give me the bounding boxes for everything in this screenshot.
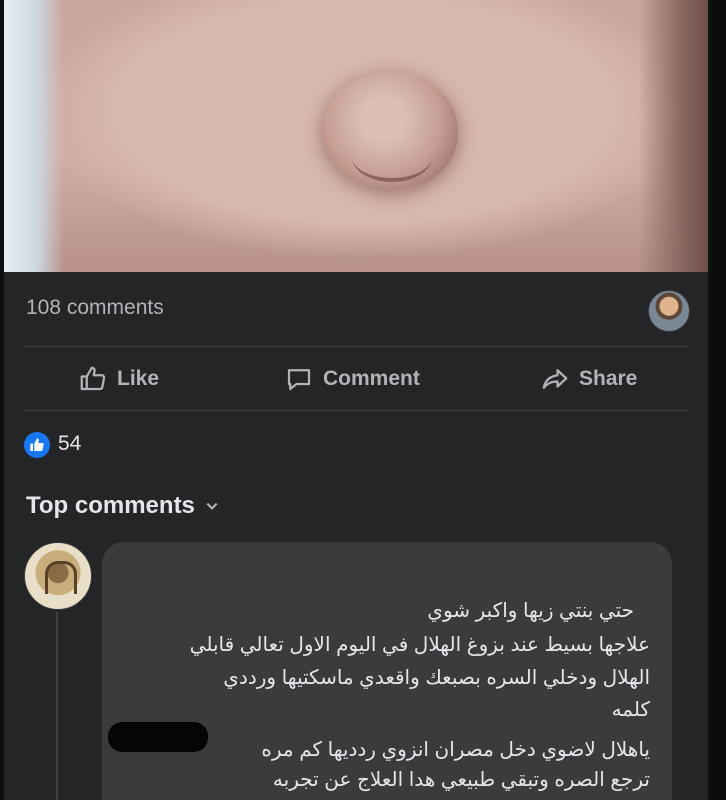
comment-text-line: ترجع الصره وتبقي طبيعي هدا العلاج عن تجر… <box>272 769 650 791</box>
share-label: Share <box>579 367 638 390</box>
comment-label: Comment <box>323 367 420 390</box>
comment-text-line: ياهلال لاضوي دخل مصران انزوي ردديها كم م… <box>261 739 650 761</box>
screen-edge <box>712 0 726 800</box>
comment-text-line: كلمه <box>611 699 650 721</box>
like-button[interactable]: Like <box>78 364 159 394</box>
photo-background-right <box>638 0 708 272</box>
photo-background-left <box>4 0 64 272</box>
divider <box>22 346 690 347</box>
share-arrow-icon <box>542 369 568 389</box>
chevron-down-icon <box>206 502 218 510</box>
commenter-avatar[interactable] <box>24 542 92 610</box>
photo-shadow <box>352 132 432 182</box>
share-button[interactable]: Share <box>540 364 637 394</box>
thread-line <box>56 612 58 800</box>
post-card: 108 comments Like Comment Share 54 Top c… <box>4 0 708 800</box>
comments-count[interactable]: 108 comments <box>26 296 164 320</box>
post-photo[interactable] <box>4 0 708 272</box>
speech-bubble-icon <box>287 369 311 391</box>
comment-text-line: علاجها بسيط عند بزوغ الهلال في اليوم الا… <box>189 634 650 656</box>
top-comments-label: Top comments <box>26 492 195 519</box>
top-comments-filter[interactable]: Top comments <box>26 492 219 520</box>
reaction-count[interactable]: 54 <box>58 432 81 456</box>
divider <box>22 410 690 411</box>
avatar-image <box>45 561 77 594</box>
like-reaction-icon[interactable] <box>24 432 50 458</box>
like-label: Like <box>117 367 160 390</box>
redaction-mark <box>108 722 208 752</box>
viewer-avatar[interactable] <box>648 290 690 332</box>
comment-button[interactable]: Comment <box>284 364 420 394</box>
thumbs-up-icon <box>80 366 106 391</box>
comment-text-line: الهلال ودخلي السره بصبعك واقعدي ماسكتيها… <box>223 667 650 689</box>
comment-text-line: حتي بنتي زيها واكبر شوي <box>427 600 634 622</box>
thumbs-up-icon <box>30 438 44 451</box>
